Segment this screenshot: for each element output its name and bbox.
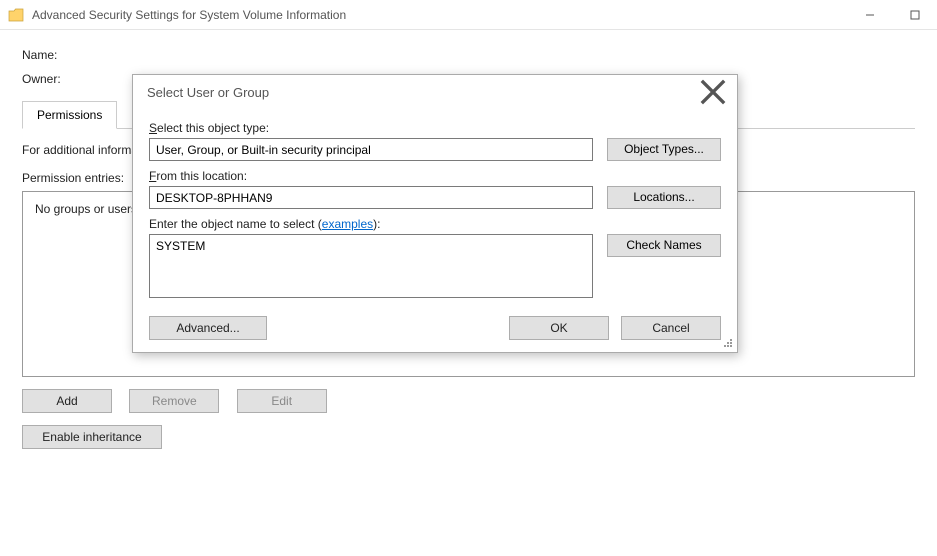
minimize-button[interactable] [847,0,892,29]
location-field[interactable] [149,186,593,209]
advanced-button[interactable]: Advanced... [149,316,267,340]
window-controls [847,0,937,29]
dialog-titlebar: Select User or Group [133,75,737,109]
owner-label: Owner: [22,72,132,86]
close-icon [699,78,727,106]
parent-window-title: Advanced Security Settings for System Vo… [32,8,847,22]
cancel-button[interactable]: Cancel [621,316,721,340]
enable-inheritance-button[interactable]: Enable inheritance [22,425,162,449]
add-button[interactable]: Add [22,389,112,413]
object-type-field[interactable] [149,138,593,161]
edit-button: Edit [237,389,327,413]
locations-button[interactable]: Locations... [607,186,721,209]
remove-button: Remove [129,389,219,413]
check-names-button[interactable]: Check Names [607,234,721,257]
location-label: From this location: [149,169,721,183]
parent-window-titlebar: Advanced Security Settings for System Vo… [0,0,937,30]
folder-icon [8,8,24,22]
object-name-input[interactable] [149,234,593,298]
resize-grip-icon[interactable] [722,337,734,349]
examples-link[interactable]: examples [322,217,373,231]
object-types-button[interactable]: Object Types... [607,138,721,161]
tab-permissions[interactable]: Permissions [22,101,117,129]
enter-object-name-label: Enter the object name to select (example… [149,217,721,231]
dialog-title: Select User or Group [147,85,699,100]
select-user-group-dialog: Select User or Group Select this object … [132,74,738,353]
ok-button[interactable]: OK [509,316,609,340]
close-button[interactable] [699,78,727,106]
name-label: Name: [22,48,132,62]
maximize-button[interactable] [892,0,937,29]
object-type-label: Select this object type: [149,121,721,135]
